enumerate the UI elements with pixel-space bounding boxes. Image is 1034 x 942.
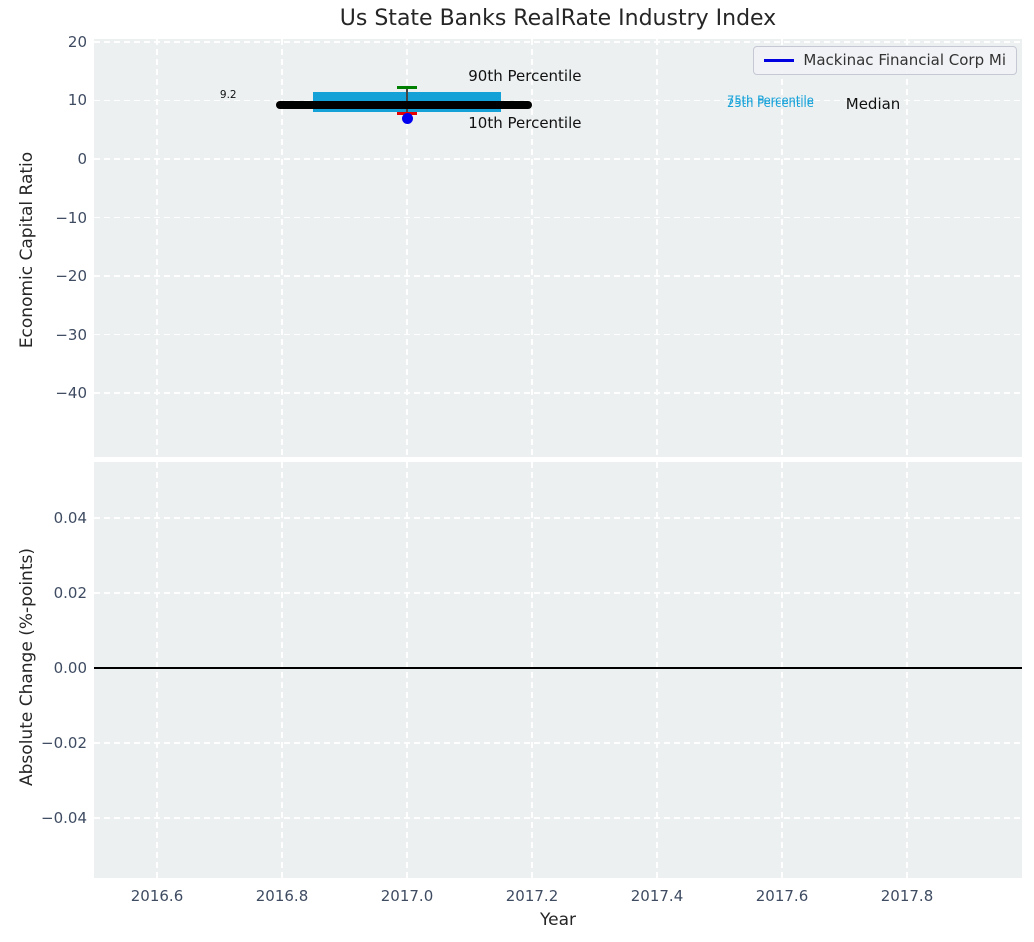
v-gridline [156,462,158,878]
y-tick-label: −0.02 [41,733,87,752]
y-tick-label: 0.00 [53,658,87,677]
y-tick-label: 0.02 [53,583,87,602]
h-gridline [94,392,1022,394]
legend: Mackinac Financial Corp Mi [753,46,1017,75]
v-gridline [281,462,283,878]
v-gridline [906,39,908,457]
legend-line-icon [764,58,795,62]
h-gridline [94,817,1022,819]
y-tick-label: −0.04 [41,808,87,827]
y-tick-label: −10 [55,208,87,227]
x-tick-label: 2017.6 [755,887,809,905]
v-gridline [406,462,408,878]
v-gridline [656,462,658,878]
v-gridline [156,39,158,457]
x-axis-label: Year [540,910,576,930]
h-gridline [94,216,1022,219]
y-tick-label: −30 [55,325,87,344]
bottom-y-axis-label: Absolute Change (%-points) [17,548,37,786]
v-gridline [531,39,533,457]
h-gridline [94,742,1022,744]
y-tick-label: −20 [55,267,87,286]
top-y-axis-label: Economic Capital Ratio [17,151,37,349]
x-tick-label: 2017.4 [630,887,684,905]
figure: Us State Banks RealRate Industry Index M… [0,0,1034,942]
h-gridline [94,517,1022,519]
h-gridline [94,275,1022,277]
x-tick-label: 2017.2 [505,887,559,905]
annotation-25th-percentile: 25th Percentile [727,95,814,110]
top-axes: Mackinac Financial Corp Mi 9.2 90th Perce… [94,39,1022,457]
v-gridline [906,462,908,878]
x-tick-label: 2016.6 [130,887,184,905]
x-tick-label: 2017.8 [880,887,934,905]
annotation-90th-percentile: 90th Percentile [468,66,582,85]
v-gridline [656,39,658,457]
whisker-cap-90th [397,85,417,89]
h-gridline [94,592,1022,594]
h-gridline [94,41,1022,43]
v-gridline [531,462,533,878]
median-bar [275,101,532,110]
x-tick-label: 2017.0 [380,887,434,905]
y-tick-label: 20 [67,32,87,51]
annotation-10th-percentile: 10th Percentile [468,114,582,133]
y-tick-label: 0 [77,150,87,168]
y-tick-label: 0.04 [53,508,87,527]
x-tick-label: 2016.8 [255,887,309,905]
y-tick-label: −40 [55,384,87,403]
h-gridline [94,333,1022,336]
y-tick-label: 10 [67,91,87,110]
v-gridline [781,462,783,878]
annotation-median: Median [845,94,901,113]
zero-line [94,666,1022,669]
annotation-9-2: 9.2 [219,89,237,102]
company-value-dot [401,112,413,124]
h-gridline [94,158,1022,160]
bottom-axes [94,462,1022,878]
legend-label: Mackinac Financial Corp Mi [803,51,1006,69]
chart-title: Us State Banks RealRate Industry Index [339,6,777,31]
